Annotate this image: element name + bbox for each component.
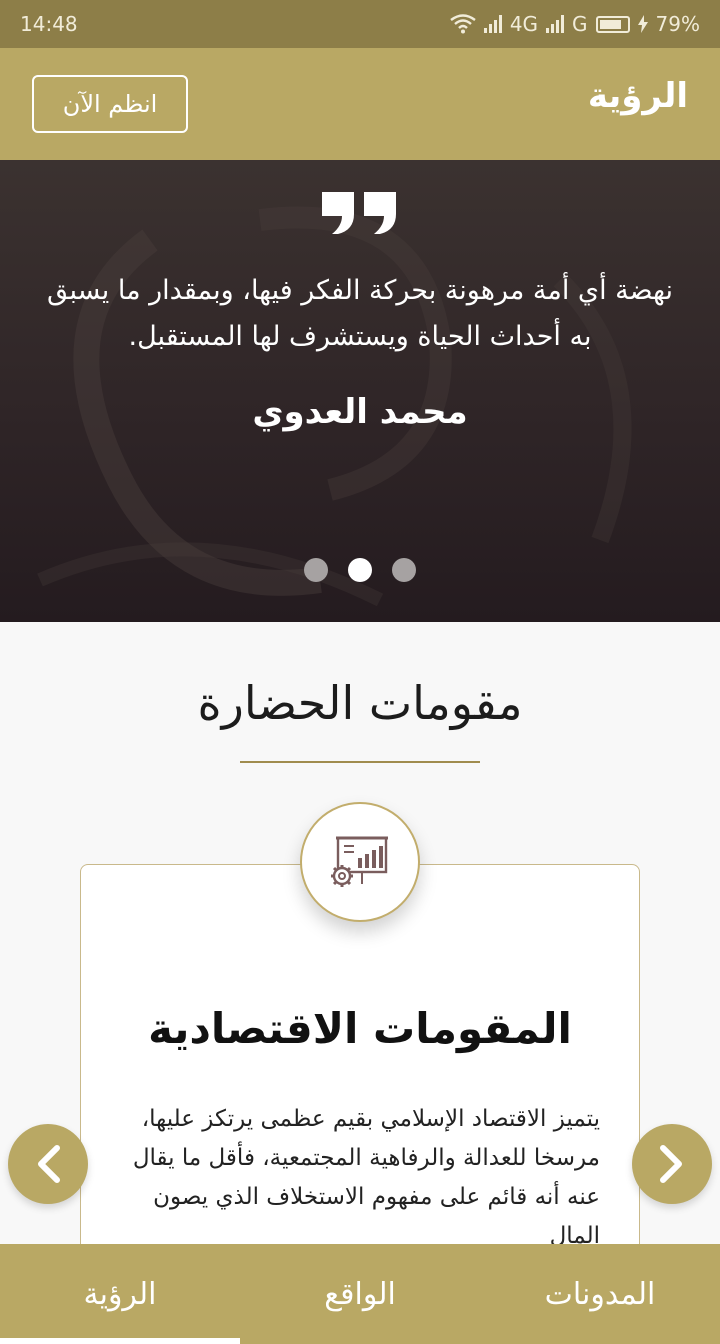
join-now-button[interactable]: انظم الآن — [32, 75, 188, 133]
status-time: 14:48 — [20, 12, 78, 36]
bottom-navigation: الرؤية الواقع المدونات — [0, 1244, 720, 1344]
card-body: يتميز الاقتصاد الإسلامي بقيم عظمى يرتكز … — [132, 1106, 600, 1249]
quote-text: نهضة أي أمة مرهونة بحركة الفكر فيها، وبم… — [47, 275, 673, 352]
app-header: الرؤية انظم الآن — [0, 48, 720, 160]
section-title: مقومات الحضارة — [197, 676, 523, 730]
battery-icon — [595, 15, 630, 33]
quote-carousel[interactable]: نهضة أي أمة مرهونة بحركة الفكر فيها، وبم… — [0, 160, 720, 622]
carousel-dot-3[interactable] — [392, 558, 416, 582]
carousel-dot-2[interactable] — [348, 558, 372, 582]
quote-author: محمد العدوي — [252, 392, 468, 432]
presentation-chart-gear-icon — [331, 836, 388, 887]
status-indicators: 4G G 79% — [450, 12, 700, 36]
previous-button[interactable] — [8, 1124, 88, 1204]
network-type-2: G — [572, 12, 588, 36]
nav-tab-vision[interactable]: الرؤية — [0, 1244, 240, 1344]
carousel-indicators — [0, 558, 720, 582]
chevron-left-icon — [38, 1145, 60, 1183]
card-title: المقومات الاقتصادية — [148, 1004, 572, 1053]
signal-icon-2 — [546, 15, 565, 33]
charging-bolt-icon — [637, 15, 648, 33]
nav-tab-blogs[interactable]: المدونات — [480, 1244, 720, 1344]
card-icon-badge — [300, 802, 420, 922]
battery-percent: 79% — [655, 12, 700, 36]
wifi-icon — [450, 14, 476, 34]
section-divider — [240, 761, 480, 763]
quote-icon — [322, 192, 396, 234]
chevron-right-icon — [660, 1145, 682, 1183]
signal-icon — [483, 15, 502, 33]
next-button[interactable] — [632, 1124, 712, 1204]
status-bar: 14:48 4G G 79% — [0, 0, 720, 48]
carousel-dot-1[interactable] — [304, 558, 328, 582]
nav-tab-reality[interactable]: الواقع — [240, 1244, 480, 1344]
network-type-1: 4G — [509, 12, 539, 36]
page-title: الرؤية — [587, 76, 688, 116]
